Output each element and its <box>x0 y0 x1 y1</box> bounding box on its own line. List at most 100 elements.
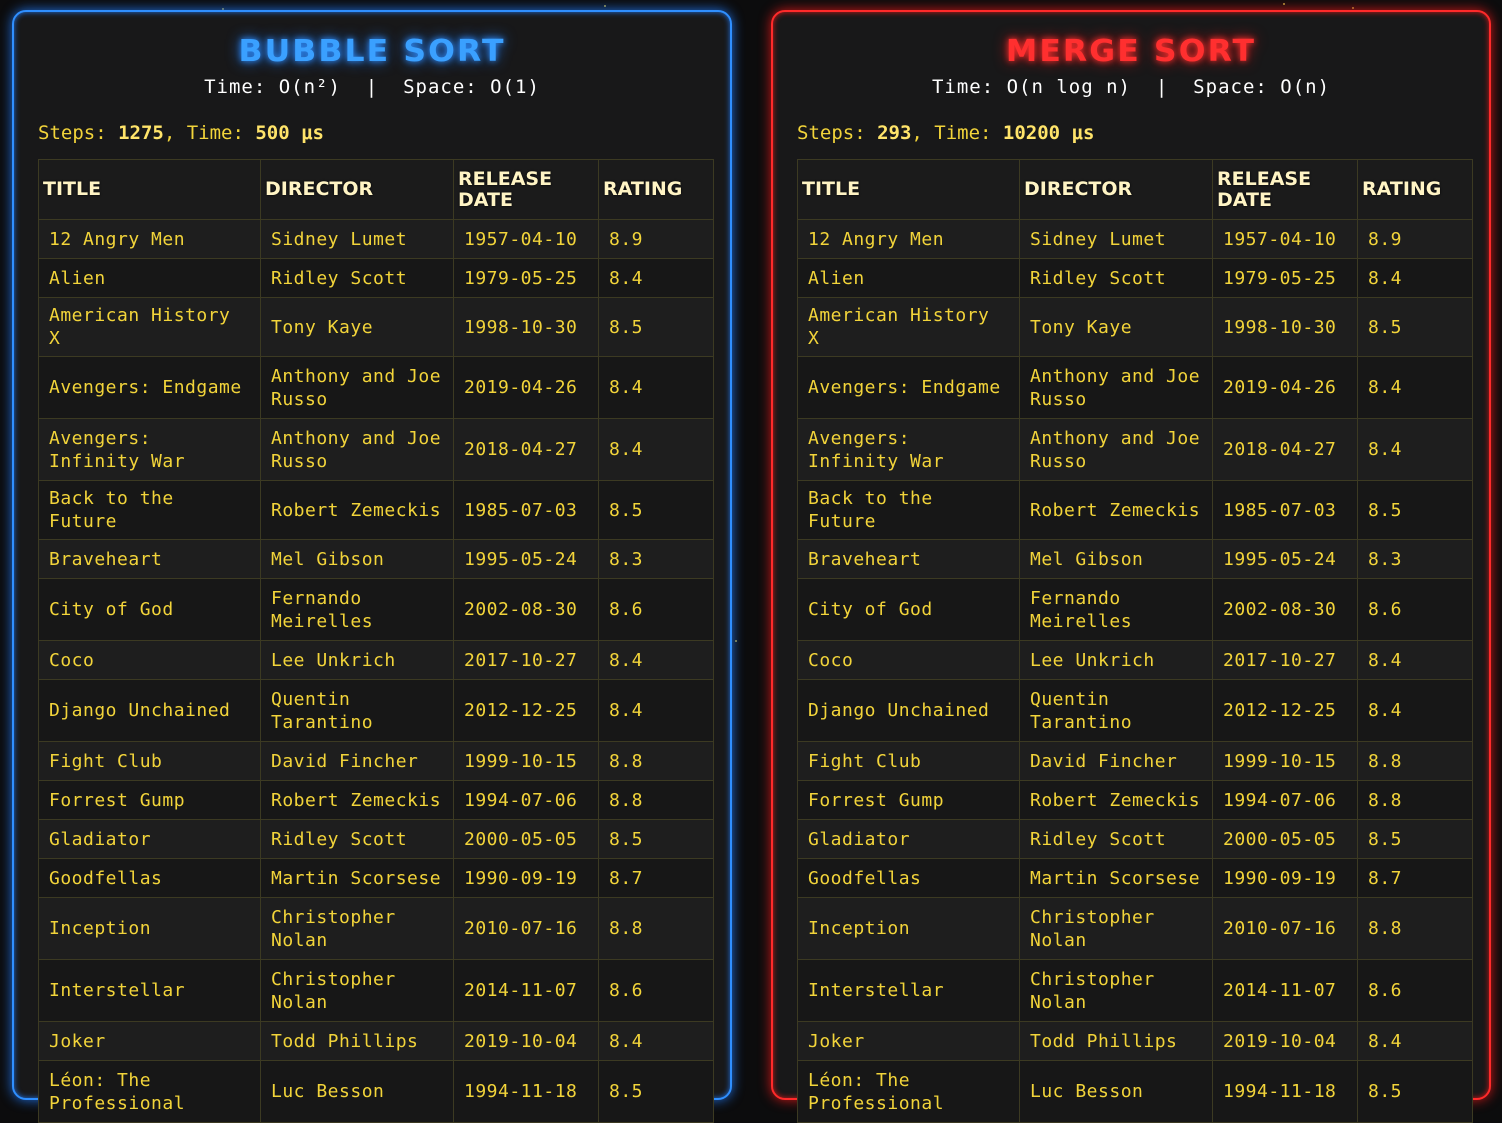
cell-title: Goodfellas <box>797 858 1020 898</box>
cell-title: American History X <box>797 297 1020 357</box>
cell-title: Back to the Future <box>38 480 261 540</box>
cell-release-date: 1999-10-15 <box>453 741 599 781</box>
cell-release-date: 1985-07-03 <box>1212 480 1358 540</box>
table-row: Avengers: Infinity War Anthony and Joe Ru… <box>38 418 714 481</box>
cell-director: Sidney Lumet <box>1019 219 1213 259</box>
cell-rating: 8.4 <box>1357 258 1473 298</box>
column-header-director[interactable]: DIRECTOR <box>260 159 454 220</box>
cell-rating: 8.3 <box>598 539 714 579</box>
cell-release-date: 1994-07-06 <box>1212 780 1358 820</box>
cell-release-date: 2002-08-30 <box>1212 578 1358 641</box>
cell-director: Robert Zemeckis <box>260 480 454 540</box>
cell-release-date: 1994-07-06 <box>453 780 599 820</box>
table-row: Avengers: Endgame Anthony and Joe Russo 20… <box>38 356 714 419</box>
cell-title: Léon: The Professional <box>38 1060 261 1123</box>
cell-rating: 8.9 <box>1357 219 1473 259</box>
sort-stats: Steps: 1275, Time: 500 μs <box>38 122 324 144</box>
table-row: Gladiator Ridley Scott 2000-05-05 8.5 <box>38 819 714 859</box>
cell-title: Avengers: Endgame <box>38 356 261 419</box>
column-header-title[interactable]: TITLE <box>797 159 1020 220</box>
table-row: Coco Lee Unkrich 2017-10-27 8.4 <box>797 640 1473 680</box>
cell-release-date: 2002-08-30 <box>453 578 599 641</box>
cell-rating: 8.5 <box>598 480 714 540</box>
cell-director: Martin Scorsese <box>260 858 454 898</box>
cell-director: Todd Phillips <box>260 1021 454 1061</box>
table-row: Joker Todd Phillips 2019-10-04 8.4 <box>797 1021 1473 1061</box>
table-row: Interstellar Christopher Nolan 2014-11-07 8… <box>38 959 714 1022</box>
cell-rating: 8.4 <box>598 258 714 298</box>
table-row: Django Unchained Quentin Tarantino 2012-12… <box>797 679 1473 742</box>
cell-release-date: 1979-05-25 <box>453 258 599 298</box>
cell-rating: 8.4 <box>1357 356 1473 419</box>
table-row: Braveheart Mel Gibson 1995-05-24 8.3 <box>797 539 1473 579</box>
cell-director: Fernando Meirelles <box>260 578 454 641</box>
table-row: Goodfellas Martin Scorsese 1990-09-19 8.7 <box>797 858 1473 898</box>
cell-director: Lee Unkrich <box>260 640 454 680</box>
table-row: Django Unchained Quentin Tarantino 2012-12… <box>38 679 714 742</box>
cell-director: Lee Unkrich <box>1019 640 1213 680</box>
cell-title: Léon: The Professional <box>797 1060 1020 1123</box>
time-label: , Time: <box>911 122 1003 144</box>
table-header-row: TITLE DIRECTOR RELEASE DATE RATING <box>38 159 714 220</box>
cell-release-date: 1994-11-18 <box>453 1060 599 1123</box>
cell-title: City of God <box>38 578 261 641</box>
cell-release-date: 1999-10-15 <box>1212 741 1358 781</box>
cell-title: Joker <box>38 1021 261 1061</box>
cell-rating: 8.6 <box>598 959 714 1022</box>
cell-rating: 8.5 <box>598 297 714 357</box>
cell-rating: 8.5 <box>1357 1060 1473 1123</box>
cell-director: Christopher Nolan <box>260 897 454 960</box>
cell-rating: 8.8 <box>1357 897 1473 960</box>
cell-director: Christopher Nolan <box>1019 897 1213 960</box>
cell-title: Gladiator <box>797 819 1020 859</box>
time-value: 10200 μs <box>1002 122 1095 144</box>
cell-director: Quentin Tarantino <box>260 679 454 742</box>
cell-title: Django Unchained <box>797 679 1020 742</box>
cell-director: Robert Zemeckis <box>1019 780 1213 820</box>
cell-director: Anthony and Joe Russo <box>1019 356 1213 419</box>
cell-director: Tony Kaye <box>1019 297 1213 357</box>
cell-director: Robert Zemeckis <box>260 780 454 820</box>
table-header-row: TITLE DIRECTOR RELEASE DATE RATING <box>797 159 1473 220</box>
cell-director: Christopher Nolan <box>1019 959 1213 1022</box>
cell-rating: 8.7 <box>598 858 714 898</box>
cell-title: Coco <box>38 640 261 680</box>
cell-release-date: 2018-04-27 <box>453 418 599 481</box>
cell-director: Anthony and Joe Russo <box>260 356 454 419</box>
column-header-rating[interactable]: RATING <box>598 159 714 220</box>
cell-title: American History X <box>38 297 261 357</box>
table-row: Inception Christopher Nolan 2010-07-16 8.8 <box>797 897 1473 960</box>
movies-table: TITLE DIRECTOR RELEASE DATE RATING 12 An… <box>797 159 1473 1123</box>
cell-title: Forrest Gump <box>38 780 261 820</box>
cell-release-date: 2000-05-05 <box>1212 819 1358 859</box>
table-row: Avengers: Endgame Anthony and Joe Russo 20… <box>797 356 1473 419</box>
cell-director: Martin Scorsese <box>1019 858 1213 898</box>
cell-title: Fight Club <box>38 741 261 781</box>
cell-rating: 8.5 <box>1357 480 1473 540</box>
bubble-sort-panel: BUBBLE SORT Time: O(n²) | Space: O(1) St… <box>12 10 732 1123</box>
cell-rating: 8.5 <box>1357 297 1473 357</box>
table-row: Back to the Future Robert Zemeckis 1985-07… <box>38 480 714 540</box>
cell-title: Django Unchained <box>38 679 261 742</box>
cell-director: Mel Gibson <box>1019 539 1213 579</box>
cell-release-date: 2014-11-07 <box>1212 959 1358 1022</box>
column-header-rating[interactable]: RATING <box>1357 159 1473 220</box>
table-row: City of God Fernando Meirelles 2002-08-30 8… <box>797 578 1473 641</box>
cell-director: Quentin Tarantino <box>1019 679 1213 742</box>
column-header-release-date[interactable]: RELEASE DATE <box>1212 159 1358 220</box>
table-row: 12 Angry Men Sidney Lumet 1957-04-10 8.9 <box>38 219 714 259</box>
cell-release-date: 2010-07-16 <box>453 897 599 960</box>
cell-title: Goodfellas <box>38 858 261 898</box>
cell-title: Interstellar <box>797 959 1020 1022</box>
star-dot <box>735 640 737 642</box>
column-header-release-date[interactable]: RELEASE DATE <box>453 159 599 220</box>
table-row: American History X Tony Kaye 1998-10-30 8.5 <box>797 297 1473 357</box>
column-header-director[interactable]: DIRECTOR <box>1019 159 1213 220</box>
cell-title: 12 Angry Men <box>38 219 261 259</box>
sort-stats: Steps: 293, Time: 10200 μs <box>797 122 1094 144</box>
cell-release-date: 2019-04-26 <box>1212 356 1358 419</box>
table-row: Joker Todd Phillips 2019-10-04 8.4 <box>38 1021 714 1061</box>
cell-director: Christopher Nolan <box>260 959 454 1022</box>
column-header-title[interactable]: TITLE <box>38 159 261 220</box>
cell-director: Anthony and Joe Russo <box>1019 418 1213 481</box>
